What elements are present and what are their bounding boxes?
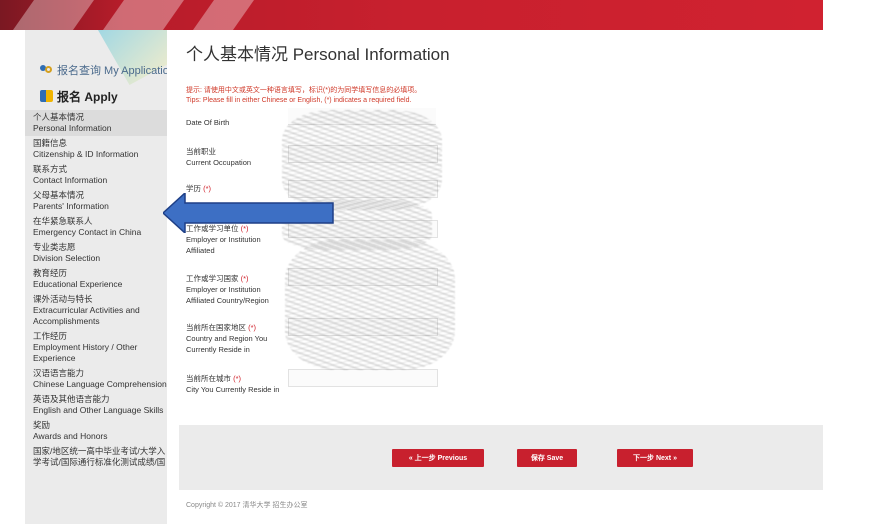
sidebar-item-citizenship[interactable]: 国籍信息 Citizenship & ID Information: [25, 136, 167, 162]
sidebar-item-label-cn: 工作经历: [33, 331, 68, 341]
sidebar-item-division[interactable]: 专业类志愿 Division Selection: [25, 240, 167, 266]
sidebar-item-extracurricular[interactable]: 课外活动与特长 Extracurricular Activities and A…: [25, 292, 167, 329]
sidebar-item-employment[interactable]: 工作经历 Employment History / Other Experien…: [25, 329, 167, 366]
redaction-scribble: [285, 240, 455, 370]
required-mark: (*): [233, 374, 242, 383]
reside-country-label: 当前所在国家地区 (*) Country and Region You Curr…: [186, 322, 286, 355]
document-icon: [40, 90, 53, 102]
reside-city-label-en: City You Currently Reside in: [186, 385, 280, 394]
sidebar-item-label-cn: 英语及其他语言能力: [33, 394, 110, 404]
reside-city-label: 当前所在城市 (*) City You Currently Reside in: [186, 373, 296, 395]
sidebar-item-label-en: Chinese Language Comprehension: [33, 379, 167, 389]
sidebar-item-label-cn: 在华紧急联系人: [33, 216, 93, 226]
sidebar-nav: 个人基本情况 Personal Information 国籍信息 Citizen…: [25, 110, 167, 470]
sidebar-item-label-en: Awards and Honors: [33, 431, 108, 441]
sidebar-item-label-cn: 个人基本情况: [33, 112, 85, 122]
education-label-cn: 学历: [186, 184, 201, 193]
form-tips: 提示: 请使用中文或英文一种语言填写，标识(*)的为同学填写信息的必填项。 Ti…: [186, 86, 421, 106]
employer-country-label-en2: Affiliated Country/Region: [186, 296, 269, 305]
sidebar-item-label-en: Parents' Information: [33, 201, 109, 211]
top-banner: [0, 0, 823, 30]
reside-city-label-cn: 当前所在城市: [186, 374, 231, 383]
sidebar-item-label-cn: 联系方式: [33, 164, 68, 174]
sidebar-item-label-en: Personal Information: [33, 123, 112, 133]
reside-city-field[interactable]: [288, 369, 438, 387]
employer-label-en2: Affiliated: [186, 246, 215, 255]
save-button[interactable]: 保存 Save: [517, 449, 577, 467]
apply-heading[interactable]: 报名 Apply: [25, 85, 167, 107]
sidebar-item-label-en: Extracurricular Activities and Accomplis…: [33, 305, 140, 326]
occupation-label-en: Current Occupation: [186, 158, 252, 167]
employer-country-label-en: Employer or Institution: [186, 285, 261, 294]
sidebar-item-label-en: Contact Information: [33, 175, 108, 185]
banner-decoration: [178, 0, 262, 30]
sidebar-item-personal-information[interactable]: 个人基本情况 Personal Information: [25, 110, 167, 136]
banner-decoration: [88, 0, 192, 30]
sidebar-item-awards[interactable]: 奖励 Awards and Honors: [25, 418, 167, 444]
sidebar-item-education[interactable]: 教育经历 Educational Experience: [25, 266, 167, 292]
sidebar-item-label-cn: 专业类志愿: [33, 242, 76, 252]
sidebar-item-label-cn: 国家/地区统一高中毕业考试/大学入: [33, 446, 166, 456]
next-button[interactable]: 下一步 Next »: [617, 449, 693, 467]
sidebar-item-label-en: Emergency Contact in China: [33, 227, 142, 237]
sidebar-item-contact[interactable]: 联系方式 Contact Information: [25, 162, 167, 188]
sidebar-item-label-en: Educational Experience: [33, 279, 123, 289]
employer-label-en: Employer or Institution: [186, 235, 261, 244]
reside-country-label-en: Country and Region You: [186, 334, 268, 343]
occupation-label-cn: 当前职业: [186, 147, 216, 156]
occupation-label: 当前职业 Current Occupation: [186, 146, 286, 168]
reside-country-label-en2: Currently Reside in: [186, 345, 250, 354]
tip-cn: 提示: 请使用中文或英文一种语言填写，标识(*)的为同学填写信息的必填项。: [186, 87, 422, 94]
sidebar-item-parents[interactable]: 父母基本情况 Parents' Information: [25, 188, 167, 214]
apply-label: 报名 Apply: [57, 89, 118, 104]
sidebar-item-label-en: 学考试/国际通行标准化测试成绩/国: [33, 457, 166, 467]
people-search-icon: [40, 65, 53, 75]
sidebar-item-label-en: English and Other Language Skills: [33, 405, 164, 415]
button-bar: [179, 425, 823, 490]
sidebar-item-chinese-language[interactable]: 汉语语言能力 Chinese Language Comprehension: [25, 366, 167, 392]
sidebar-item-label-cn: 国籍信息: [33, 138, 68, 148]
sidebar-item-emergency-contact[interactable]: 在华紧急联系人 Emergency Contact in China: [25, 214, 167, 240]
banner-decoration: [0, 0, 102, 30]
sidebar-item-label-cn: 父母基本情况: [33, 190, 85, 200]
sidebar-item-label-cn: 奖励: [33, 420, 51, 430]
dob-label-en: Date Of Birth: [186, 118, 230, 127]
tip-en: Tips: Please fill in either Chinese or E…: [186, 97, 412, 104]
my-application-link[interactable]: 报名查询 My Application: [25, 60, 167, 80]
sidebar-item-test-scores[interactable]: 国家/地区统一高中毕业考试/大学入 学考试/国际通行标准化测试成绩/国: [25, 444, 167, 470]
reside-country-label-cn: 当前所在国家地区: [186, 323, 246, 332]
employer-country-label: 工作或学习国家 (*) Employer or Institution Affi…: [186, 273, 286, 306]
copyright: Copyright © 2017 清华大学 招生办公室: [186, 502, 308, 509]
page-title: 个人基本情况 Personal Information: [186, 45, 450, 64]
sidebar-item-label-cn: 汉语语言能力: [33, 368, 85, 378]
dob-label: Date Of Birth: [186, 117, 286, 128]
left-arrow-annotation: [163, 193, 334, 233]
sidebar-item-label-en: Employment History / Other Experience: [33, 342, 138, 363]
required-mark: (*): [203, 184, 212, 193]
required-mark: (*): [240, 274, 249, 283]
my-application-label: 报名查询 My Application: [57, 65, 167, 77]
sidebar-item-label-cn: 教育经历: [33, 268, 68, 278]
employer-country-label-cn: 工作或学习国家: [186, 274, 239, 283]
required-mark: (*): [248, 323, 257, 332]
sidebar: 报名查询 My Application 报名 Apply 个人基本情况 Pers…: [25, 30, 167, 524]
sidebar-item-label-en: Division Selection: [33, 253, 101, 263]
previous-button[interactable]: « 上一步 Previous: [392, 449, 484, 467]
sidebar-item-label-en: Citizenship & ID Information: [33, 149, 139, 159]
sidebar-item-english-language[interactable]: 英语及其他语言能力 English and Other Language Ski…: [25, 392, 167, 418]
sidebar-item-label-cn: 课外活动与特长: [33, 294, 93, 304]
